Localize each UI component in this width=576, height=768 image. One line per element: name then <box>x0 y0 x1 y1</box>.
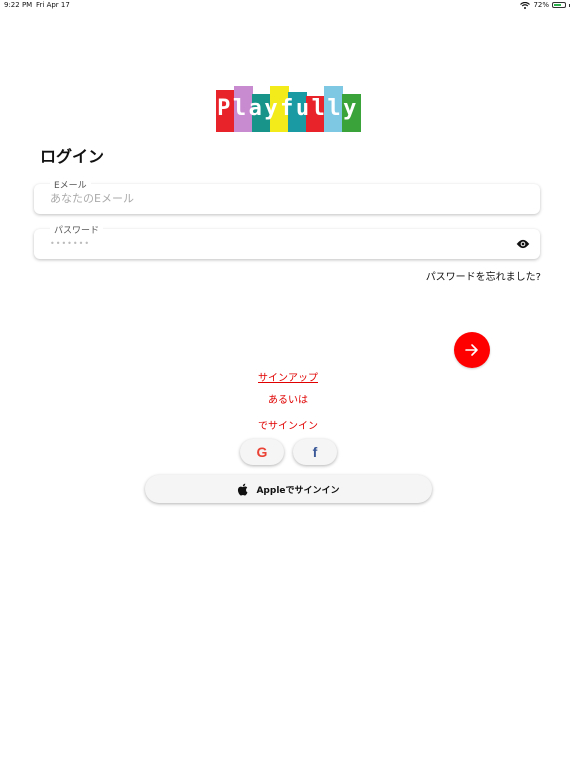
password-field-container[interactable]: パスワード <box>34 223 540 259</box>
password-input[interactable] <box>50 239 500 248</box>
signin-with-text: でサインイン <box>258 421 318 432</box>
apple-signin-label: Appleでサインイン <box>256 485 340 496</box>
status-time: 9:22 PM <box>4 1 33 9</box>
submit-arrow-button[interactable] <box>454 332 490 368</box>
wifi-icon <box>520 1 531 9</box>
signup-link[interactable]: サインアップ <box>0 369 576 384</box>
status-date: Fri Apr 17 <box>36 1 70 9</box>
battery-tip <box>569 3 570 7</box>
eye-icon[interactable] <box>516 238 530 250</box>
forgot-password-link[interactable]: パスワードを忘れました? <box>426 268 541 283</box>
status-bar: 9:22 PM Fri Apr 17 72% <box>0 0 576 12</box>
playfully-logo: Playfully <box>216 86 361 132</box>
apple-signin-button[interactable]: Appleでサインイン <box>145 475 432 503</box>
status-right: 72% <box>520 1 570 9</box>
email-field-container[interactable]: Eメール <box>34 178 540 214</box>
email-label: Eメール <box>50 178 91 191</box>
apple-icon <box>238 483 248 496</box>
page-title: ログイン <box>40 147 105 166</box>
arrow-right-icon <box>465 344 478 356</box>
password-label: パスワード <box>50 223 104 236</box>
battery-fill <box>554 4 562 6</box>
battery-percent: 72% <box>533 1 549 9</box>
google-signin-button[interactable]: G <box>240 439 284 465</box>
email-input[interactable] <box>50 192 500 205</box>
facebook-signin-button[interactable]: f <box>293 439 337 465</box>
battery-icon <box>552 2 566 8</box>
facebook-icon: f <box>312 444 318 460</box>
or-text: あるいは <box>268 395 308 406</box>
google-icon: G <box>256 444 268 460</box>
logo-text: Playfully <box>217 96 359 121</box>
